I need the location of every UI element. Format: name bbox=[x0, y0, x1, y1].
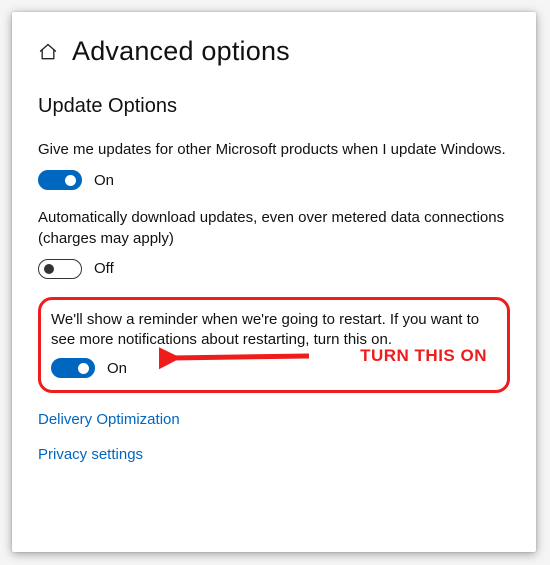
annotation-highlight-box: We'll show a reminder when we're going t… bbox=[38, 297, 510, 394]
titlebar: Advanced options bbox=[38, 36, 510, 67]
home-icon[interactable] bbox=[38, 42, 58, 62]
option-desc: Give me updates for other Microsoft prod… bbox=[38, 140, 510, 160]
section-header: Update Options bbox=[38, 95, 510, 118]
toggle-metered[interactable] bbox=[38, 259, 82, 279]
option-desc: We'll show a reminder when we're going t… bbox=[51, 310, 495, 351]
toggle-row: On bbox=[38, 170, 510, 190]
toggle-row: On bbox=[51, 358, 495, 378]
settings-card: Advanced options Update Options Give me … bbox=[12, 12, 536, 552]
toggle-state-label: On bbox=[94, 172, 114, 189]
toggle-state-label: On bbox=[107, 360, 127, 377]
option-metered: Automatically download updates, even ove… bbox=[38, 208, 510, 279]
links: Delivery Optimization Privacy settings bbox=[38, 411, 510, 463]
toggle-other-products[interactable] bbox=[38, 170, 82, 190]
toggle-restart-reminder[interactable] bbox=[51, 358, 95, 378]
page-title: Advanced options bbox=[72, 36, 290, 67]
toggle-row: Off bbox=[38, 259, 510, 279]
link-privacy-settings[interactable]: Privacy settings bbox=[38, 446, 510, 463]
link-delivery-optimization[interactable]: Delivery Optimization bbox=[38, 411, 510, 428]
option-desc: Automatically download updates, even ove… bbox=[38, 208, 510, 249]
option-other-products: Give me updates for other Microsoft prod… bbox=[38, 140, 510, 190]
toggle-state-label: Off bbox=[94, 260, 114, 277]
